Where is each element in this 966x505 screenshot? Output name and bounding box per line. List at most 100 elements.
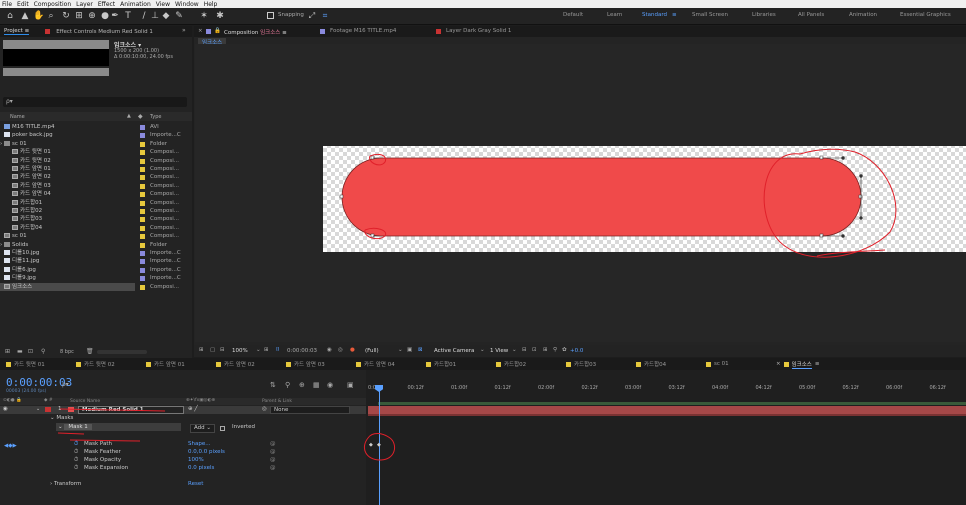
label-color[interactable] [140, 158, 145, 164]
clone-stamp-tool-icon[interactable]: ⊥ [150, 11, 160, 21]
label-color[interactable] [140, 192, 145, 198]
pen-tool-icon[interactable]: ✒ [110, 11, 120, 21]
resolution-select[interactable]: (Full) [365, 348, 379, 354]
time-ruler[interactable]: 0:00f 00:12f 01:00f 01:12f 02:00f 02:12f 03:00… [366, 385, 966, 395]
type-tool-icon[interactable]: T [123, 11, 133, 21]
label-color[interactable] [140, 141, 145, 147]
work-area-bar[interactable] [378, 402, 966, 405]
draft3d-icon[interactable]: ⊞ [543, 347, 548, 353]
rotate-tool-icon[interactable]: ↻ [61, 11, 71, 21]
label-color[interactable] [140, 217, 145, 223]
tab-project[interactable]: Project ≡ [4, 28, 30, 35]
workspace-learn[interactable]: Learn [607, 12, 622, 18]
timeline-tab[interactable]: 카드 앞면 02 [210, 360, 280, 368]
transparency-grid-icon[interactable]: ⊠ [418, 347, 423, 353]
timeline-tab[interactable]: sc 01 [700, 361, 770, 367]
menu-item-composition[interactable]: Composition [34, 1, 71, 8]
project-item[interactable]: 디롤11.jpg Importe...C [0, 257, 192, 265]
label-color[interactable] [140, 259, 145, 265]
color-channel-icon[interactable]: ● [350, 347, 355, 353]
project-item[interactable]: 임크소스 Composi... [0, 282, 179, 291]
snap-option-icon[interactable]: ⤢ [307, 11, 317, 21]
label-color[interactable] [140, 125, 145, 130]
timeline-tab[interactable]: 카드 앞면 04 [350, 360, 420, 368]
always-preview-icon[interactable]: ⊞ [199, 347, 204, 353]
zoom-level[interactable]: 100% [232, 348, 248, 354]
lock-icon[interactable]: 🔒 [214, 28, 221, 34]
workspace-all-panels[interactable]: All Panels [798, 12, 824, 18]
view-dropdown-icon[interactable]: ⌄ [512, 347, 517, 353]
workspace-essential-graphics[interactable]: Essential Graphics [900, 12, 951, 18]
project-item[interactable]: sc 01 Folder › [0, 140, 192, 148]
resolution-dropdown-icon[interactable]: ⌄ [398, 347, 403, 353]
workspace-standard[interactable]: Standard [642, 12, 667, 18]
workspace-menu-icon[interactable]: ≡ [672, 12, 677, 18]
menu-item-animation[interactable]: Animation [120, 1, 151, 8]
timeline-tab[interactable]: 카드합01 [420, 360, 490, 368]
label-color[interactable] [140, 276, 145, 282]
grid-icon[interactable]: ⊞ [264, 347, 269, 353]
project-item[interactable]: 카드 뒷면 02 Composi... [0, 157, 192, 165]
menu-item-file[interactable]: File [2, 1, 12, 8]
viewer-timecode[interactable]: 0:00:00:03 [287, 348, 317, 354]
zoom-dropdown-icon[interactable]: ⌄ [256, 347, 261, 353]
label-color[interactable] [140, 167, 145, 172]
tab-effect-controls[interactable]: Effect Controls Medium Red Solid 1 [56, 29, 153, 35]
view-layout-select[interactable]: 1 View [490, 348, 508, 354]
col-name[interactable]: Name [10, 114, 25, 120]
menu-item-effect[interactable]: Effect [98, 1, 115, 8]
red-solid-shape[interactable] [341, 157, 862, 237]
label-color[interactable] [140, 183, 145, 189]
home-icon[interactable]: ⌂ [5, 11, 15, 21]
flowchart-icon[interactable]: ⚲ [41, 348, 45, 355]
new-folder-icon[interactable]: ▬ [17, 348, 23, 355]
timeline-tab[interactable]: 카드합04 [630, 360, 700, 368]
sort-arrow-icon[interactable]: ▲ [127, 113, 131, 119]
project-item[interactable]: M16 TITLE.mp4 AVI [0, 123, 192, 131]
puppet-tool-icon[interactable]: ✶ [199, 11, 209, 21]
project-item[interactable]: Solids Folder › [0, 241, 192, 249]
exposure-value[interactable]: +0.0 [570, 348, 583, 354]
flowchart-view-icon[interactable]: ⚲ [553, 347, 557, 353]
interpret-footage-icon[interactable]: ⊞ [5, 348, 10, 355]
composition-viewer[interactable] [195, 44, 966, 342]
folder-expand-icon[interactable]: › [0, 241, 2, 249]
region-interest-icon[interactable]: ⊟ [220, 347, 225, 353]
camera-select[interactable]: Active Camera [434, 348, 474, 354]
panel-menu-icon[interactable]: ≡ [815, 361, 820, 367]
show-snapshot-icon[interactable]: ◎ [338, 347, 343, 353]
project-item[interactable]: sc 01 Composi... [0, 232, 192, 240]
brush-tool-icon[interactable]: / [139, 11, 149, 21]
selection-tool-icon[interactable]: ▲ [20, 11, 30, 21]
timeline-tab[interactable]: 카드 뒷면 01 [0, 360, 70, 368]
toggle-pixel-icon[interactable]: ⊟ [522, 347, 527, 353]
workspace-small-screen[interactable]: Small Screen [692, 12, 728, 18]
eraser-tool-icon[interactable]: ◆ [161, 11, 171, 21]
workspace-animation[interactable]: Animation [849, 12, 877, 18]
col-type[interactable]: Type [150, 114, 161, 120]
label-color[interactable] [140, 209, 145, 214]
project-item[interactable]: 카드 앞면 04 Composi... [0, 190, 192, 198]
workspace-libraries[interactable]: Libraries [752, 12, 776, 18]
label-color[interactable] [140, 175, 145, 181]
label-color[interactable] [140, 225, 145, 231]
menu-item-layer[interactable]: Layer [76, 1, 93, 8]
project-item[interactable]: 카드합03 Composi... [0, 215, 192, 223]
timeline-tab[interactable]: 카드 뒷면 02 [70, 360, 140, 368]
thumbnail-slider[interactable] [97, 350, 147, 354]
delete-icon[interactable]: 🗑 [86, 348, 94, 355]
region-icon[interactable]: ▣ [407, 347, 412, 353]
layer-duration-bar[interactable] [368, 406, 966, 414]
label-color[interactable] [140, 242, 145, 248]
fit-icon[interactable]: ⌷ [276, 347, 279, 354]
camera-tool-icon[interactable]: ⊞ [74, 11, 84, 21]
mask-visibility-icon[interactable]: ▢ [210, 347, 215, 353]
tab-footage[interactable]: Footage M16 TITLE.mp4 [330, 28, 396, 34]
label-color[interactable] [140, 251, 145, 256]
snapshot-icon[interactable]: ◉ [327, 347, 332, 353]
project-item[interactable]: 카드 뒷면 01 Composi... [0, 148, 192, 156]
hand-tool-icon[interactable]: ✋ [33, 11, 44, 21]
workspace-default[interactable]: Default [563, 12, 583, 18]
project-item[interactable]: 카드 앞면 02 Composi... [0, 173, 192, 181]
panel-overflow-icon[interactable]: » [182, 27, 186, 34]
